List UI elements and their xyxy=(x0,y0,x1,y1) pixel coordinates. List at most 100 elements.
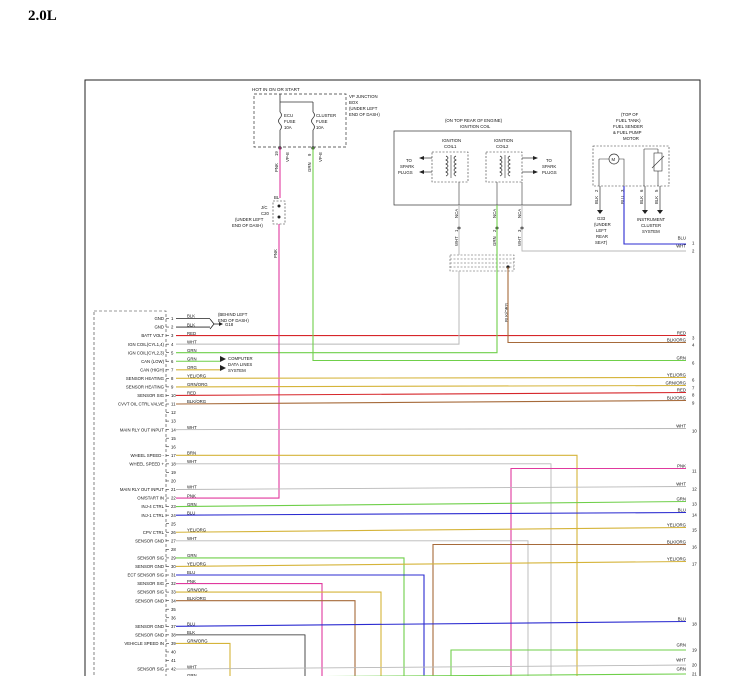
ref-wire: RED xyxy=(677,331,686,336)
ref-number: 9 xyxy=(692,401,695,406)
fuse-cluster-pin: 9 xyxy=(307,153,312,156)
data-lines-2: DATA LINES xyxy=(228,362,252,367)
ref-wire: GRN xyxy=(676,667,686,672)
ref-number: 11 xyxy=(692,469,697,474)
jc-label-1: J/C xyxy=(261,205,267,210)
ecm-pin-number: 17 xyxy=(171,453,176,458)
ecm-pin-wire: BLU xyxy=(187,510,195,515)
ecm-pin-label: CVVT OIL CTRL VALVE xyxy=(118,402,164,407)
ecm-pin-wire: GRN xyxy=(187,356,197,361)
wire-main-rly-14 xyxy=(175,428,687,431)
ref-number: 15 xyxy=(692,528,697,533)
ecm-pin-label: WHEEL SPEED + xyxy=(129,461,164,466)
ecm-pin-number: 32 xyxy=(171,581,176,586)
ref-number: 3 xyxy=(692,336,695,341)
ref-wire: GRN xyxy=(676,356,686,361)
ref-number: 8 xyxy=(692,393,695,398)
wire-blkorg-ref16 xyxy=(432,543,686,676)
ref-number: 17 xyxy=(692,562,697,567)
wire-sensor-gnd-37 xyxy=(175,620,687,627)
spark-left-1: TO xyxy=(406,158,413,163)
spark-left-3: PLUGS xyxy=(398,170,413,175)
wire-cluster-grn xyxy=(312,147,686,362)
cluster-fuse-line-1: CLUSTER xyxy=(316,113,336,118)
ecm-pin-label: VEHICLE SPEED IN xyxy=(124,641,164,646)
spark-right-arrow-1 xyxy=(533,156,538,160)
ecm-pin-wire: RED xyxy=(187,391,196,396)
wire-ign-coil-23 xyxy=(176,205,498,354)
ref-wire: RED xyxy=(677,388,686,393)
jc-outline xyxy=(272,200,286,225)
ecm-pin-label: ON/START IN xyxy=(137,496,164,501)
fuse-box: HOT IN ON OR START ECU FUSE 10A CLUSTER … xyxy=(252,87,380,172)
jc-label-2: C20 xyxy=(261,211,269,216)
wire-cpv xyxy=(175,526,687,533)
ecm-pin-label: CAN (LOW) xyxy=(141,359,164,364)
ecm-pin-number: 13 xyxy=(171,419,176,424)
ic-label-3: SYSTEM xyxy=(642,229,660,234)
box-label-1: VP JUNCTION xyxy=(349,94,378,99)
cluster-fuse-line-3: 10A xyxy=(316,125,324,130)
wire-sensor-heat-1 xyxy=(175,376,687,379)
box-label-3: (UNDER LEFT xyxy=(349,106,378,111)
fuel-wire-4: BLK xyxy=(654,196,659,204)
ref-number: 6 xyxy=(692,361,695,366)
ecm-pin-number: 10 xyxy=(171,393,176,398)
ecm-pin-wire: BLK xyxy=(187,630,195,635)
wire-sensor-gnd-27 xyxy=(176,540,529,676)
box-label-2: BOX xyxy=(349,100,358,105)
ecm-pin-number: 22 xyxy=(171,496,176,501)
ecm-pin-wire: WHT xyxy=(187,664,197,669)
ecu-fuse-line-3: 10A xyxy=(284,125,292,130)
ecm-pin-number: 23 xyxy=(171,504,176,509)
box-label-4: END OF DASH) xyxy=(349,112,380,117)
ign-pin-name-3: NCA xyxy=(517,209,522,218)
ref-number: 2 xyxy=(692,249,695,254)
ref-wire: BLK/ORG xyxy=(667,540,687,545)
ign-header-1: (ON TOP REAR OF ENGINE) xyxy=(445,118,503,123)
ecm-pin-number: 37 xyxy=(171,624,176,629)
ref-number: 7 xyxy=(692,386,695,391)
ecm-pin-number: 25 xyxy=(171,521,176,526)
fuse-ecu-wire: PNK xyxy=(274,163,279,172)
side-notes: (BEHIND LEFT END OF DASH) G18 COMPUTER D… xyxy=(209,312,253,373)
g33-1: G33 xyxy=(597,216,606,221)
data-lines-1: COMPUTER xyxy=(228,356,253,361)
spark-left-arrow-2 xyxy=(419,170,424,174)
fuse-ecu-conn: VP-E xyxy=(285,152,290,162)
wire-ign-coil-14 xyxy=(176,271,460,345)
ign-pin-name-1: NCA xyxy=(454,209,459,218)
hot-label: HOT IN ON OR START xyxy=(252,87,300,92)
wire-inj4 xyxy=(175,500,687,508)
ecm-pin-number: 16 xyxy=(171,444,176,449)
ecm-pin-number: 7 xyxy=(171,367,174,372)
ecm-pin-number: 36 xyxy=(171,615,176,620)
jc-c20: BL J/C C20 (UNDER LEFT END OF DASH) PNK xyxy=(232,195,286,258)
fuel-sender-pump: (TOP OF FUEL TANK) FUEL SENDER & FUEL PU… xyxy=(592,112,670,245)
spark-right-1: TO xyxy=(546,158,553,163)
ecm-pin-label: MAIN RLY OUT INPUT xyxy=(120,427,165,432)
spark-right-2: SPARK xyxy=(542,164,556,169)
ref-wire: WHT xyxy=(676,658,686,663)
ecm-pin-wire: PNK xyxy=(187,579,196,584)
ref-wire: YEL/ORG xyxy=(667,523,687,528)
ecm-pin-label: IGN COIL(CYL1,4) xyxy=(128,342,165,347)
coil1-label-2: COIL1 xyxy=(444,144,457,149)
fuel-header-4: & FUEL PUMP xyxy=(613,130,642,135)
ecm-pin-label: GND xyxy=(154,325,164,330)
ecm-pin-number: 29 xyxy=(171,556,176,561)
ref-wire: GRN xyxy=(676,643,686,648)
ecm-pin-number: 41 xyxy=(171,658,176,663)
spark-left-2: SPARK xyxy=(400,164,414,169)
cluster-fuse-line-2: FUSE xyxy=(316,119,328,124)
ecm-pin-number: 40 xyxy=(171,650,176,655)
ecm-pin-number: 21 xyxy=(171,487,176,492)
right-reference-list: BLU 1 WHT 2 RED 3 BLK/ORG 4 GRN 6 YEL/ORG 6 GRN/ORG 7… xyxy=(665,236,697,676)
coil2-symbol xyxy=(485,151,523,183)
wire-sensor-sig-red xyxy=(175,391,687,397)
ref-number: 21 xyxy=(692,672,697,676)
fuel-pin-1: 2 xyxy=(594,189,599,192)
ecm-pin-label: SENSOR HEATING xyxy=(126,385,165,390)
ecm-pin-number: 12 xyxy=(171,410,176,415)
ecm-pin-wire: WHT xyxy=(187,536,197,541)
